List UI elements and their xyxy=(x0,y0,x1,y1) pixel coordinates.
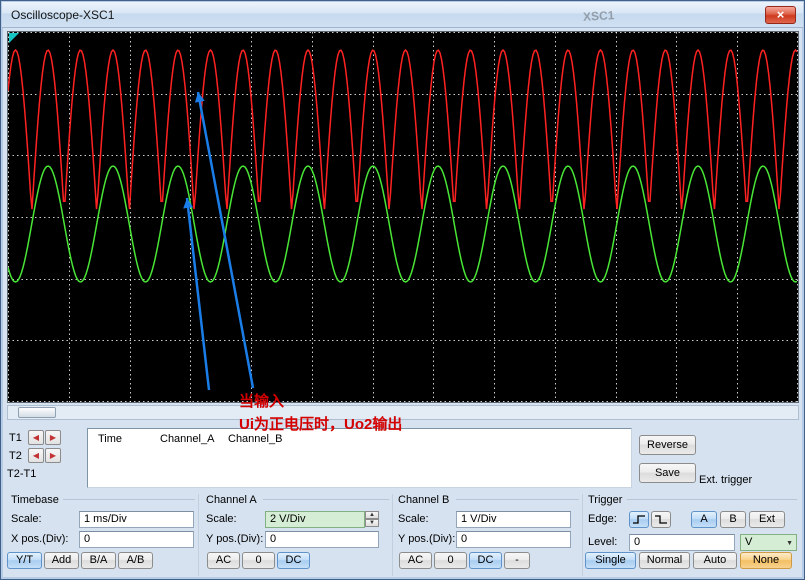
ab-button[interactable]: A/B xyxy=(118,552,153,569)
timebase-xpos-field[interactable]: 0 xyxy=(79,531,194,548)
t1-increase-button[interactable]: ▶ xyxy=(45,430,61,445)
left-arrow-icon: ◀ xyxy=(33,433,39,442)
timebase-scale-label: Scale: xyxy=(11,511,42,528)
trigger-ext-button[interactable]: Ext xyxy=(749,511,785,528)
trigger-a-button[interactable]: A xyxy=(691,511,717,528)
t2-label: T2 xyxy=(9,448,22,465)
channel-a-ypos-field[interactable]: 0 xyxy=(265,531,379,548)
trigger-single-button[interactable]: Single xyxy=(585,552,636,569)
unit-value: V xyxy=(745,536,752,548)
titlebar[interactable]: Oscilloscope-XSC1 XSC1 × xyxy=(2,2,803,28)
channel-a-scale-label: Scale: xyxy=(206,511,237,528)
group-separator xyxy=(198,494,199,576)
channel-a-dc-button[interactable]: DC xyxy=(277,552,310,569)
trigger-normal-button[interactable]: Normal xyxy=(639,552,690,569)
trigger-none-button[interactable]: None xyxy=(740,552,792,569)
close-button[interactable]: × xyxy=(765,6,796,24)
column-header-channel-a: Channel_A xyxy=(160,433,214,445)
channel-b-scale-field[interactable]: 1 V/Div xyxy=(456,511,571,528)
group-divider xyxy=(63,499,195,500)
column-header-channel-b: Channel_B xyxy=(228,433,282,445)
channel-b-ypos-field[interactable]: 0 xyxy=(456,531,571,548)
annotation-line1: 当输入 xyxy=(239,390,284,411)
channel-a-zero-button[interactable]: 0 xyxy=(242,552,275,569)
save-button[interactable]: Save xyxy=(639,463,696,483)
trigger-level-unit-select[interactable]: V ▼ xyxy=(740,534,797,551)
trigger-level-field[interactable]: 0 xyxy=(629,534,735,551)
horizontal-scrollbar[interactable] xyxy=(7,405,799,420)
timebase-group-title: Timebase xyxy=(11,494,59,506)
reverse-button[interactable]: Reverse xyxy=(639,435,696,455)
oscilloscope-screen xyxy=(7,31,799,403)
channel-b-minus-button[interactable]: - xyxy=(504,552,530,569)
trigger-level-label: Level: xyxy=(588,534,617,551)
oscilloscope-window: Oscilloscope-XSC1 XSC1 × 当输入 Ui为正电压时，Uo2… xyxy=(0,0,805,580)
falling-edge-button[interactable] xyxy=(651,511,671,528)
rising-edge-icon xyxy=(631,513,647,526)
trigger-group-title: Trigger xyxy=(588,494,622,506)
t1-decrease-button[interactable]: ◀ xyxy=(28,430,44,445)
t2-increase-button[interactable]: ▶ xyxy=(45,448,61,463)
timebase-scale-field[interactable]: 1 ms/Div xyxy=(79,511,194,528)
annotation-line2: Ui为正电压时，Uo2输出 xyxy=(239,413,402,434)
t2-decrease-button[interactable]: ◀ xyxy=(28,448,44,463)
group-divider xyxy=(456,499,579,500)
group-separator xyxy=(392,494,393,576)
group-divider xyxy=(263,499,389,500)
channel-a-ac-button[interactable]: AC xyxy=(207,552,240,569)
ext-trigger-label: Ext. trigger xyxy=(699,472,752,489)
add-button[interactable]: Add xyxy=(44,552,79,569)
right-arrow-icon: ▶ xyxy=(50,433,56,442)
channel-a-ypos-label: Y pos.(Div): xyxy=(206,531,263,548)
timebase-xpos-label: X pos.(Div): xyxy=(11,531,68,548)
readout-panel: Time Channel_A Channel_B xyxy=(87,428,632,488)
chevron-down-icon: ▼ xyxy=(786,536,793,551)
channel-b-scale-label: Scale: xyxy=(398,511,429,528)
yt-button[interactable]: Y/T xyxy=(7,552,42,569)
falling-edge-icon xyxy=(653,513,669,526)
left-arrow-icon: ◀ xyxy=(33,451,39,460)
channel-b-group-title: Channel B xyxy=(398,494,449,506)
ba-button[interactable]: B/A xyxy=(81,552,116,569)
trigger-auto-button[interactable]: Auto xyxy=(693,552,737,569)
right-arrow-icon: ▶ xyxy=(50,451,56,460)
column-header-time: Time xyxy=(98,433,122,445)
channel-b-ypos-label: Y pos.(Div): xyxy=(398,531,455,548)
channel-a-scale-spinner[interactable]: ▲ ▼ xyxy=(365,511,379,528)
scope-canvas xyxy=(8,32,798,402)
trigger-b-button[interactable]: B xyxy=(720,511,746,528)
channel-b-zero-button[interactable]: 0 xyxy=(434,552,467,569)
trigger-edge-label: Edge: xyxy=(588,511,617,528)
channel-b-ac-button[interactable]: AC xyxy=(399,552,432,569)
channel-a-scale-field[interactable]: 2 V/Div xyxy=(265,511,365,528)
channel-b-dc-button[interactable]: DC xyxy=(469,552,502,569)
scrollbar-thumb[interactable] xyxy=(18,407,56,418)
channel-a-group-title: Channel A xyxy=(206,494,257,506)
t1-label: T1 xyxy=(9,430,22,447)
spinner-up-icon[interactable]: ▲ xyxy=(365,511,379,519)
spinner-down-icon[interactable]: ▼ xyxy=(365,519,379,527)
instrument-watermark: XSC1 xyxy=(583,8,615,24)
rising-edge-button[interactable] xyxy=(629,511,649,528)
group-separator xyxy=(582,494,583,576)
group-divider xyxy=(627,499,797,500)
window-title: Oscilloscope-XSC1 xyxy=(11,8,114,22)
t2t1-label: T2-T1 xyxy=(7,466,36,483)
